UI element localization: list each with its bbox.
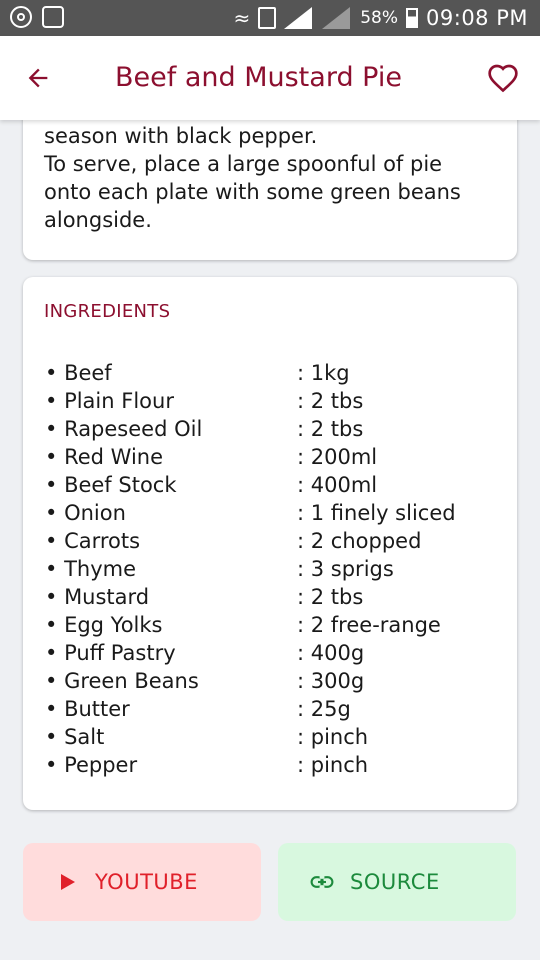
ingredient-row: Onion: 1 finely sliced: [45, 499, 505, 527]
ingredient-row: Green Beans: 300g: [45, 667, 505, 695]
app-bar: Beef and Mustard Pie: [0, 36, 540, 120]
ingredient-name: Puff Pastry: [45, 639, 297, 667]
arrow-left-icon: [28, 68, 48, 88]
ingredient-row: Carrots: 2 chopped: [45, 527, 505, 555]
ingredient-row: Thyme: 3 sprigs: [45, 555, 505, 583]
ingredient-name: Salt: [45, 723, 297, 751]
ingredient-row: Rapeseed Oil: 2 tbs: [45, 415, 505, 443]
battery-icon: [406, 8, 419, 28]
ingredient-name: Beef Stock: [45, 471, 297, 499]
ingredient-qty: : 2 tbs: [297, 417, 364, 441]
source-button-label: SOURCE: [350, 870, 440, 894]
status-left-icons: [10, 6, 64, 28]
ingredient-row: Beef: 1kg: [45, 359, 505, 387]
ingredient-qty: : 2 free-range: [297, 613, 441, 637]
ingredient-row: Butter: 25g: [45, 695, 505, 723]
notification-app-icon: [10, 6, 32, 28]
source-button[interactable]: SOURCE: [278, 843, 516, 921]
ingredient-name: Green Beans: [45, 667, 297, 695]
ingredient-row: Pepper: pinch: [45, 751, 505, 779]
ingredient-row: Puff Pastry: 400g: [45, 639, 505, 667]
ingredient-qty: : 1 finely sliced: [297, 501, 456, 525]
favorite-button[interactable]: [486, 62, 522, 96]
ingredients-card: INGREDIENTS Beef: 1kg Plain Flour: 2 tbs…: [23, 277, 517, 810]
method-card: season with black pepper. To serve, plac…: [23, 100, 517, 260]
ingredient-qty: : 400ml: [297, 473, 378, 497]
signal-secondary-icon: [322, 7, 352, 29]
method-line: To serve, place a large spoonful of pie …: [44, 152, 461, 232]
ingredient-name: Butter: [45, 695, 297, 723]
ingredient-qty: : 400g: [297, 641, 365, 665]
ingredient-name: Egg Yolks: [45, 611, 297, 639]
ingredient-qty: : 200ml: [297, 445, 378, 469]
ingredient-name: Pepper: [45, 751, 297, 779]
ingredient-qty: : 25g: [297, 697, 351, 721]
page-title: Beef and Mustard Pie: [115, 62, 402, 93]
ingredient-qty: : 300g: [297, 669, 365, 693]
ingredient-row: Salt: pinch: [45, 723, 505, 751]
ingredient-name: Beef: [45, 359, 297, 387]
wifi-icon: ≈: [233, 6, 251, 30]
link-icon: [310, 870, 334, 894]
gallery-icon: [42, 6, 64, 28]
ingredient-qty: : 2 tbs: [297, 585, 364, 609]
ingredients-list: Beef: 1kg Plain Flour: 2 tbs Rapeseed Oi…: [45, 359, 505, 779]
youtube-button[interactable]: YOUTUBE: [23, 843, 261, 921]
youtube-button-label: YOUTUBE: [95, 870, 198, 894]
status-bar: ≈ 58% 09:08 PM: [0, 0, 540, 36]
ingredient-name: Onion: [45, 499, 297, 527]
ingredient-row: Plain Flour: 2 tbs: [45, 387, 505, 415]
sim-icon: [258, 7, 277, 29]
method-text: season with black pepper. To serve, plac…: [44, 122, 494, 234]
ingredient-qty: : pinch: [297, 753, 369, 777]
ingredient-qty: : 1kg: [297, 361, 350, 385]
ingredient-name: Red Wine: [45, 443, 297, 471]
ingredient-row: Red Wine: 200ml: [45, 443, 505, 471]
ingredient-name: Plain Flour: [45, 387, 297, 415]
ingredient-name: Carrots: [45, 527, 297, 555]
signal-icon: [284, 7, 314, 29]
status-right-icons: ≈ 58% 09:08 PM: [233, 4, 528, 32]
ingredient-name: Mustard: [45, 583, 297, 611]
ingredients-heading: INGREDIENTS: [44, 301, 171, 322]
ingredient-row: Beef Stock: 400ml: [45, 471, 505, 499]
play-icon: [55, 870, 79, 894]
ingredient-row: Egg Yolks: 2 free-range: [45, 611, 505, 639]
back-button[interactable]: [18, 58, 58, 98]
ingredient-qty: : pinch: [297, 725, 369, 749]
status-time: 09:08 PM: [426, 6, 528, 30]
ingredient-name: Rapeseed Oil: [45, 415, 297, 443]
ingredient-row: Mustard: 2 tbs: [45, 583, 505, 611]
ingredient-qty: : 3 sprigs: [297, 557, 394, 581]
method-line: season with black pepper.: [44, 124, 318, 148]
ingredient-qty: : 2 tbs: [297, 389, 364, 413]
ingredient-name: Thyme: [45, 555, 297, 583]
heart-icon: [488, 64, 518, 93]
battery-percent: 58%: [360, 8, 399, 28]
ingredient-qty: : 2 chopped: [297, 529, 422, 553]
